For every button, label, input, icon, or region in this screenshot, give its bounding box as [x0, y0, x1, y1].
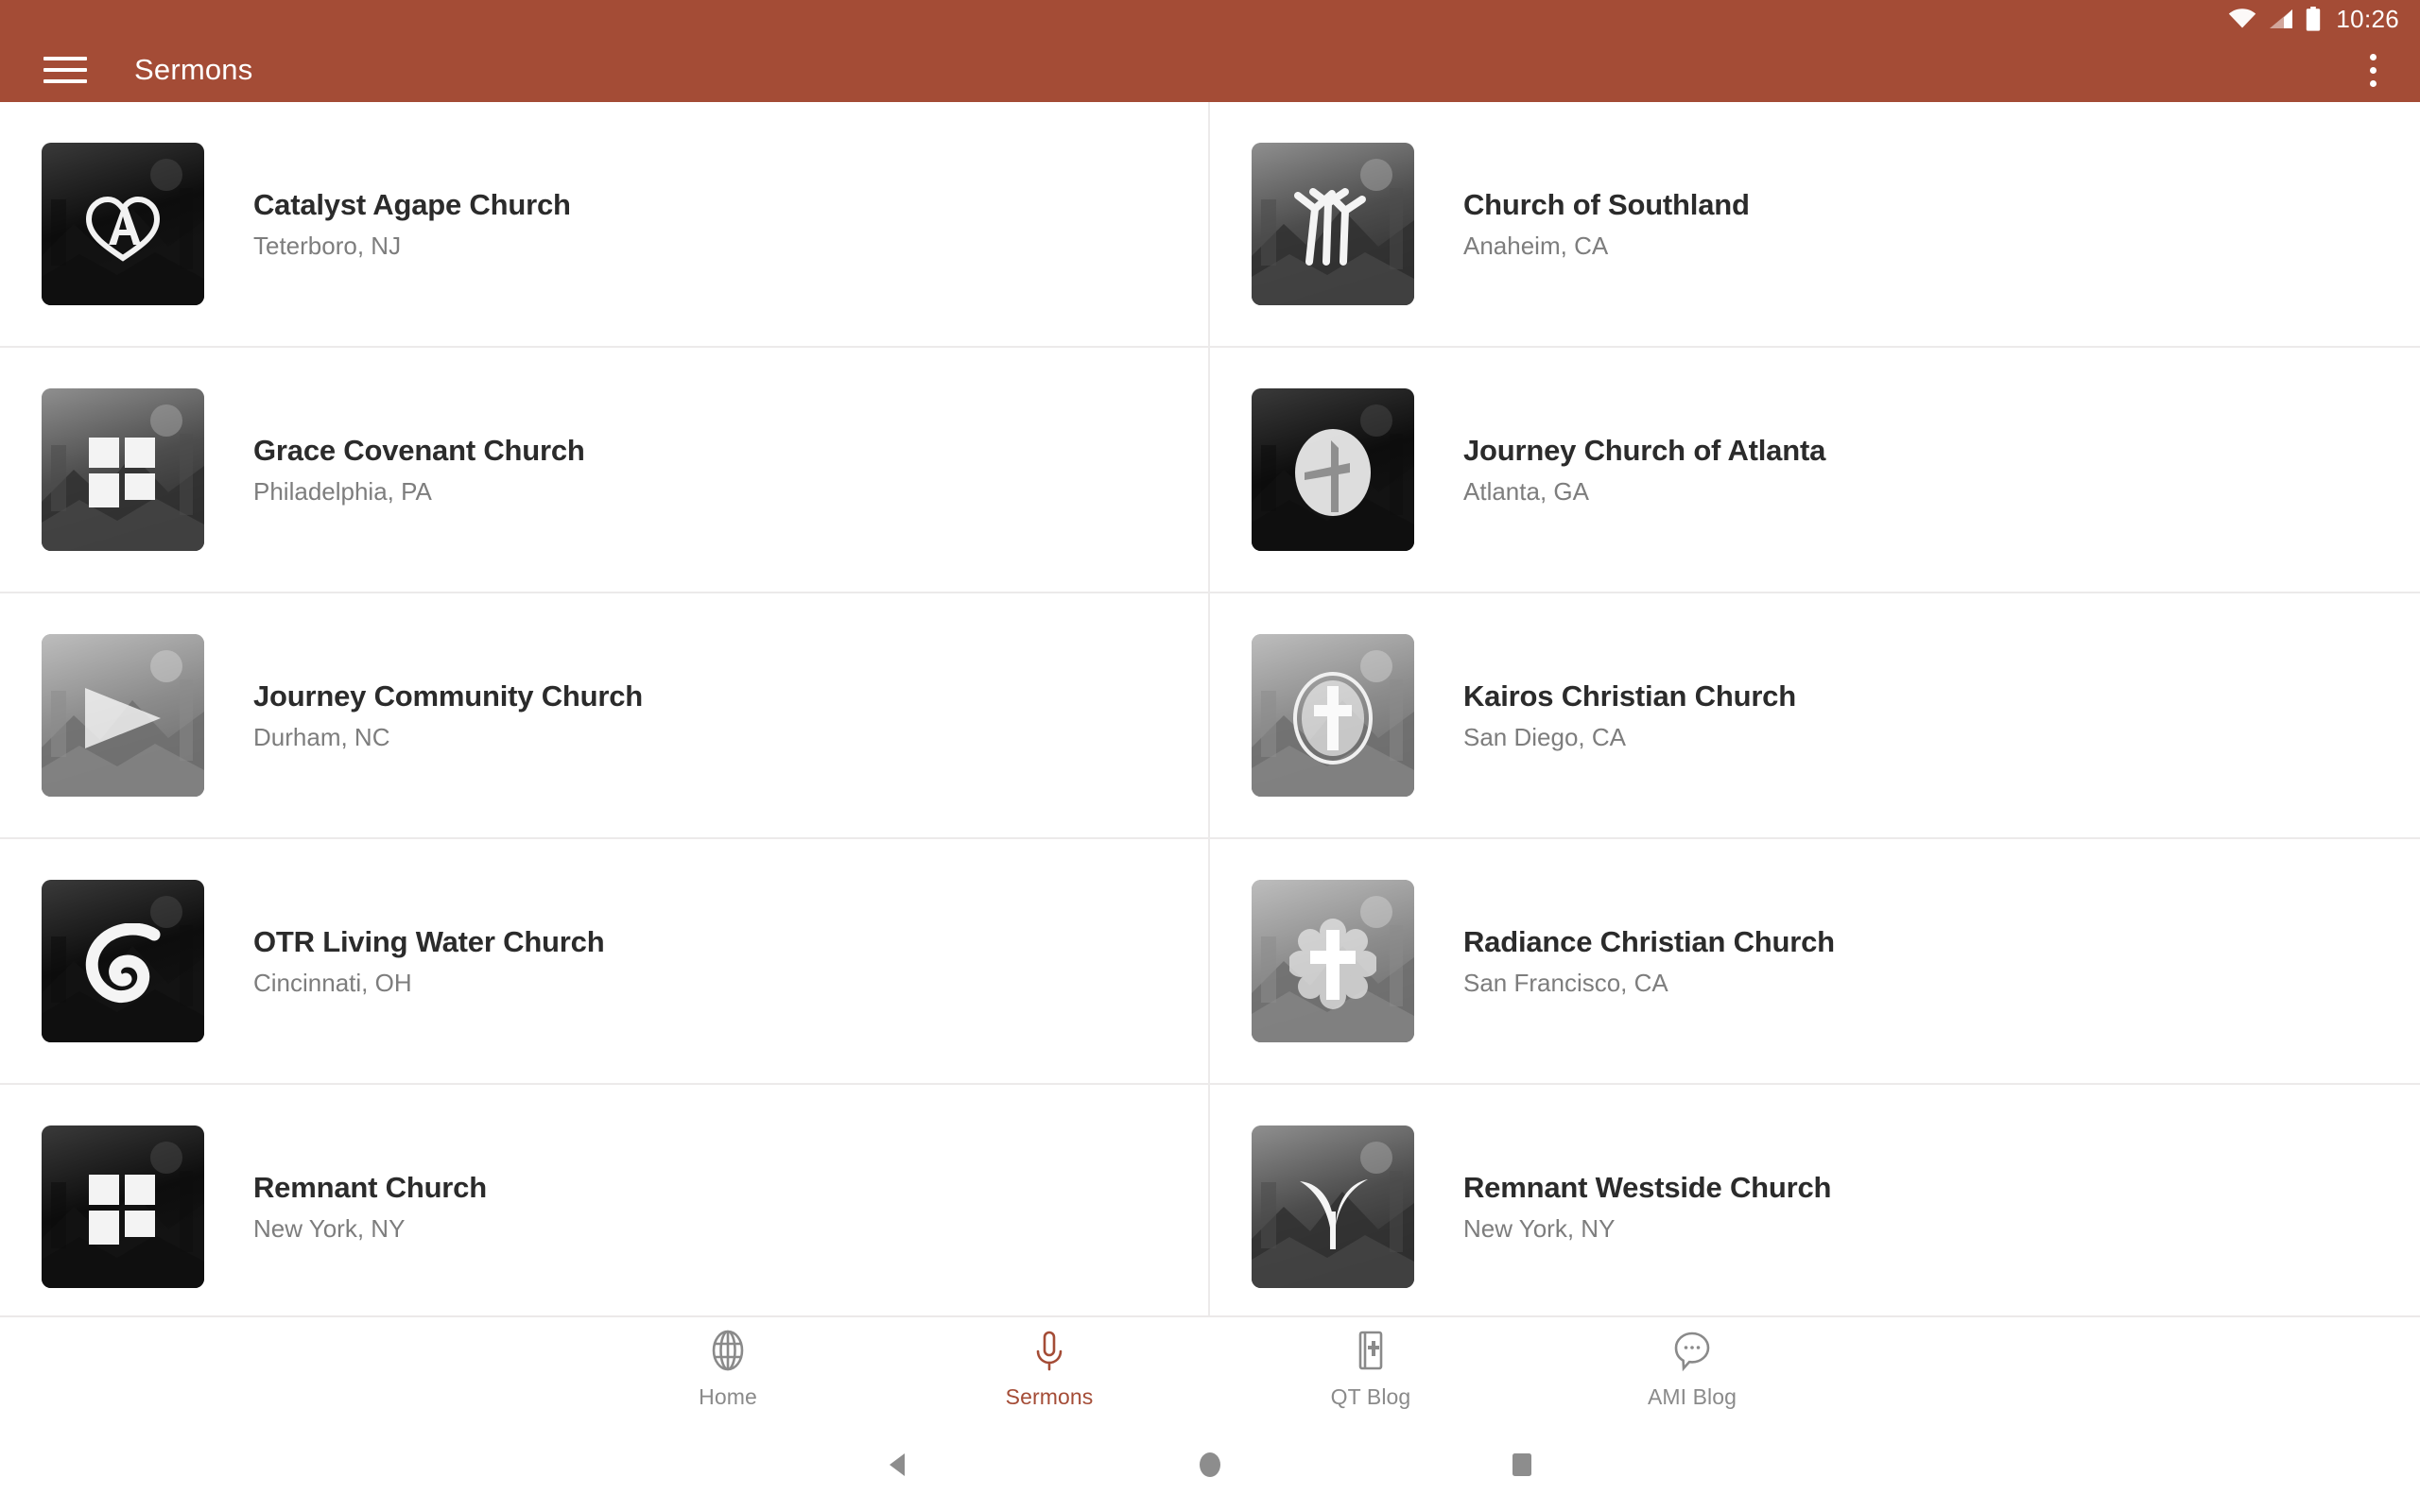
status-bar: 10:26	[0, 0, 2420, 38]
church-thumbnail	[42, 143, 204, 305]
starburst-cross-logo	[1289, 919, 1376, 1010]
church-meta: Kairos Christian Church San Diego, CA	[1463, 679, 1796, 752]
bottom-nav-label: Home	[699, 1384, 757, 1409]
church-list-item[interactable]: Church of Southland Anaheim, CA	[1210, 102, 2420, 348]
bottom-navigation: Home Sermons QT Blog AMI Blog	[0, 1315, 2420, 1421]
church-meta: Remnant Church New York, NY	[253, 1171, 487, 1244]
church-thumbnail	[42, 388, 204, 551]
church-location: Teterboro, NJ	[253, 231, 402, 260]
microphone-icon	[1028, 1329, 1071, 1377]
bible-book-icon	[1349, 1329, 1392, 1377]
agape-a-heart-logo	[83, 192, 163, 263]
church-list-item[interactable]: Journey Church of Atlanta Atlanta, GA	[1210, 348, 2420, 593]
bottom-nav-label: AMI Blog	[1647, 1384, 1737, 1409]
more-vertical-icon[interactable]	[2367, 43, 2378, 96]
bottom-nav-label: QT Blog	[1330, 1384, 1411, 1409]
church-list-item[interactable]: Journey Community Church Durham, NC	[0, 593, 1210, 839]
church-thumbnail	[42, 1125, 204, 1288]
app-root: 10:26 Sermons Catalyst Agape Church Teter…	[0, 0, 2420, 1512]
church-list-item[interactable]: Radiance Christian Church San Francisco, …	[1210, 839, 2420, 1085]
church-location: New York, NY	[253, 1213, 406, 1243]
status-time: 10:26	[2336, 5, 2399, 33]
battery-icon	[2306, 7, 2321, 31]
church-location: Philadelphia, PA	[253, 476, 432, 506]
church-thumbnail	[1252, 1125, 1414, 1288]
oval-cross-logo	[1292, 671, 1374, 765]
church-meta: Catalyst Agape Church Teterboro, NJ	[253, 188, 571, 261]
church-name: Kairos Christian Church	[1463, 679, 1796, 713]
chat-bubble-icon	[1670, 1329, 1714, 1377]
church-name: Grace Covenant Church	[253, 433, 585, 467]
church-name: Journey Community Church	[253, 679, 644, 713]
android-system-nav	[0, 1421, 2420, 1512]
church-location: San Diego, CA	[1463, 722, 1626, 751]
church-list-item[interactable]: Grace Covenant Church Philadelphia, PA	[0, 348, 1210, 593]
church-list-item[interactable]: Remnant Church New York, NY	[0, 1085, 1210, 1315]
church-grid: Catalyst Agape Church Teterboro, NJ Church…	[0, 102, 2420, 1315]
leaf-pair-logo	[1292, 1166, 1374, 1253]
recents-button[interactable]	[1366, 1421, 1678, 1512]
church-thumbnail	[1252, 880, 1414, 1042]
church-meta: OTR Living Water Church Cincinnati, OH	[253, 924, 605, 998]
church-list-item[interactable]: Remnant Westside Church New York, NY	[1210, 1085, 2420, 1315]
church-meta: Grace Covenant Church Philadelphia, PA	[253, 434, 585, 507]
church-location: Durham, NC	[253, 722, 390, 751]
church-location: Atlanta, GA	[1463, 476, 1589, 506]
page-title: Sermons	[134, 53, 253, 86]
church-thumbnail	[42, 634, 204, 797]
bottom-nav-item-ami-blog[interactable]: AMI Blog	[1531, 1316, 1853, 1422]
circle-cross-logo	[1291, 427, 1374, 518]
church-thumbnail	[1252, 143, 1414, 305]
church-name: Remnant Church	[253, 1170, 487, 1204]
church-name: Journey Church of Atlanta	[1463, 433, 1826, 467]
circle-home-icon	[1194, 1449, 1226, 1486]
triangle-back-icon	[882, 1449, 914, 1486]
church-location: Cincinnati, OH	[253, 968, 412, 997]
southland-strokes-logo	[1290, 186, 1375, 267]
church-thumbnail	[1252, 634, 1414, 797]
wave-swirl-logo	[82, 923, 164, 1005]
wifi-icon	[2228, 8, 2256, 30]
back-button[interactable]	[742, 1421, 1054, 1512]
bottom-nav-item-home[interactable]: Home	[567, 1316, 889, 1422]
church-name: Church of Southland	[1463, 187, 1750, 221]
church-thumbnail	[42, 880, 204, 1042]
church-meta: Radiance Christian Church San Francisco, …	[1463, 925, 1835, 998]
hamburger-menu-icon[interactable]	[43, 53, 87, 87]
church-list-item[interactable]: Kairos Christian Church San Diego, CA	[1210, 593, 2420, 839]
four-squares-logo	[85, 1171, 161, 1248]
church-name: Radiance Christian Church	[1463, 924, 1835, 958]
cellular-signal-icon	[2268, 8, 2294, 30]
church-name: Remnant Westside Church	[1463, 1170, 1832, 1204]
church-meta: Church of Southland Anaheim, CA	[1463, 188, 1750, 261]
church-list-item[interactable]: OTR Living Water Church Cincinnati, OH	[0, 839, 1210, 1085]
church-meta: Journey Community Church Durham, NC	[253, 679, 643, 752]
globe-icon	[706, 1329, 750, 1377]
church-name: Catalyst Agape Church	[253, 187, 571, 221]
bottom-nav-label: Sermons	[1005, 1384, 1094, 1409]
church-thumbnail	[1252, 388, 1414, 551]
church-location: New York, NY	[1463, 1213, 1616, 1243]
church-location: San Francisco, CA	[1463, 968, 1668, 997]
bottom-nav-item-sermons[interactable]: Sermons	[889, 1316, 1210, 1422]
bottom-nav-item-qt-blog[interactable]: QT Blog	[1210, 1316, 1531, 1422]
church-list-item[interactable]: Catalyst Agape Church Teterboro, NJ	[0, 102, 1210, 348]
church-name: OTR Living Water Church	[253, 924, 605, 958]
app-toolbar: Sermons	[0, 38, 2420, 102]
church-meta: Remnant Westside Church New York, NY	[1463, 1171, 1831, 1244]
sermons-list-scroll[interactable]: Catalyst Agape Church Teterboro, NJ Church…	[0, 102, 2420, 1315]
play-triangle-logo	[78, 682, 168, 754]
home-button[interactable]	[1054, 1421, 1366, 1512]
four-squares-logo	[85, 434, 161, 511]
church-meta: Journey Church of Atlanta Atlanta, GA	[1463, 434, 1825, 507]
church-location: Anaheim, CA	[1463, 231, 1609, 260]
square-recents-icon	[1506, 1449, 1538, 1486]
